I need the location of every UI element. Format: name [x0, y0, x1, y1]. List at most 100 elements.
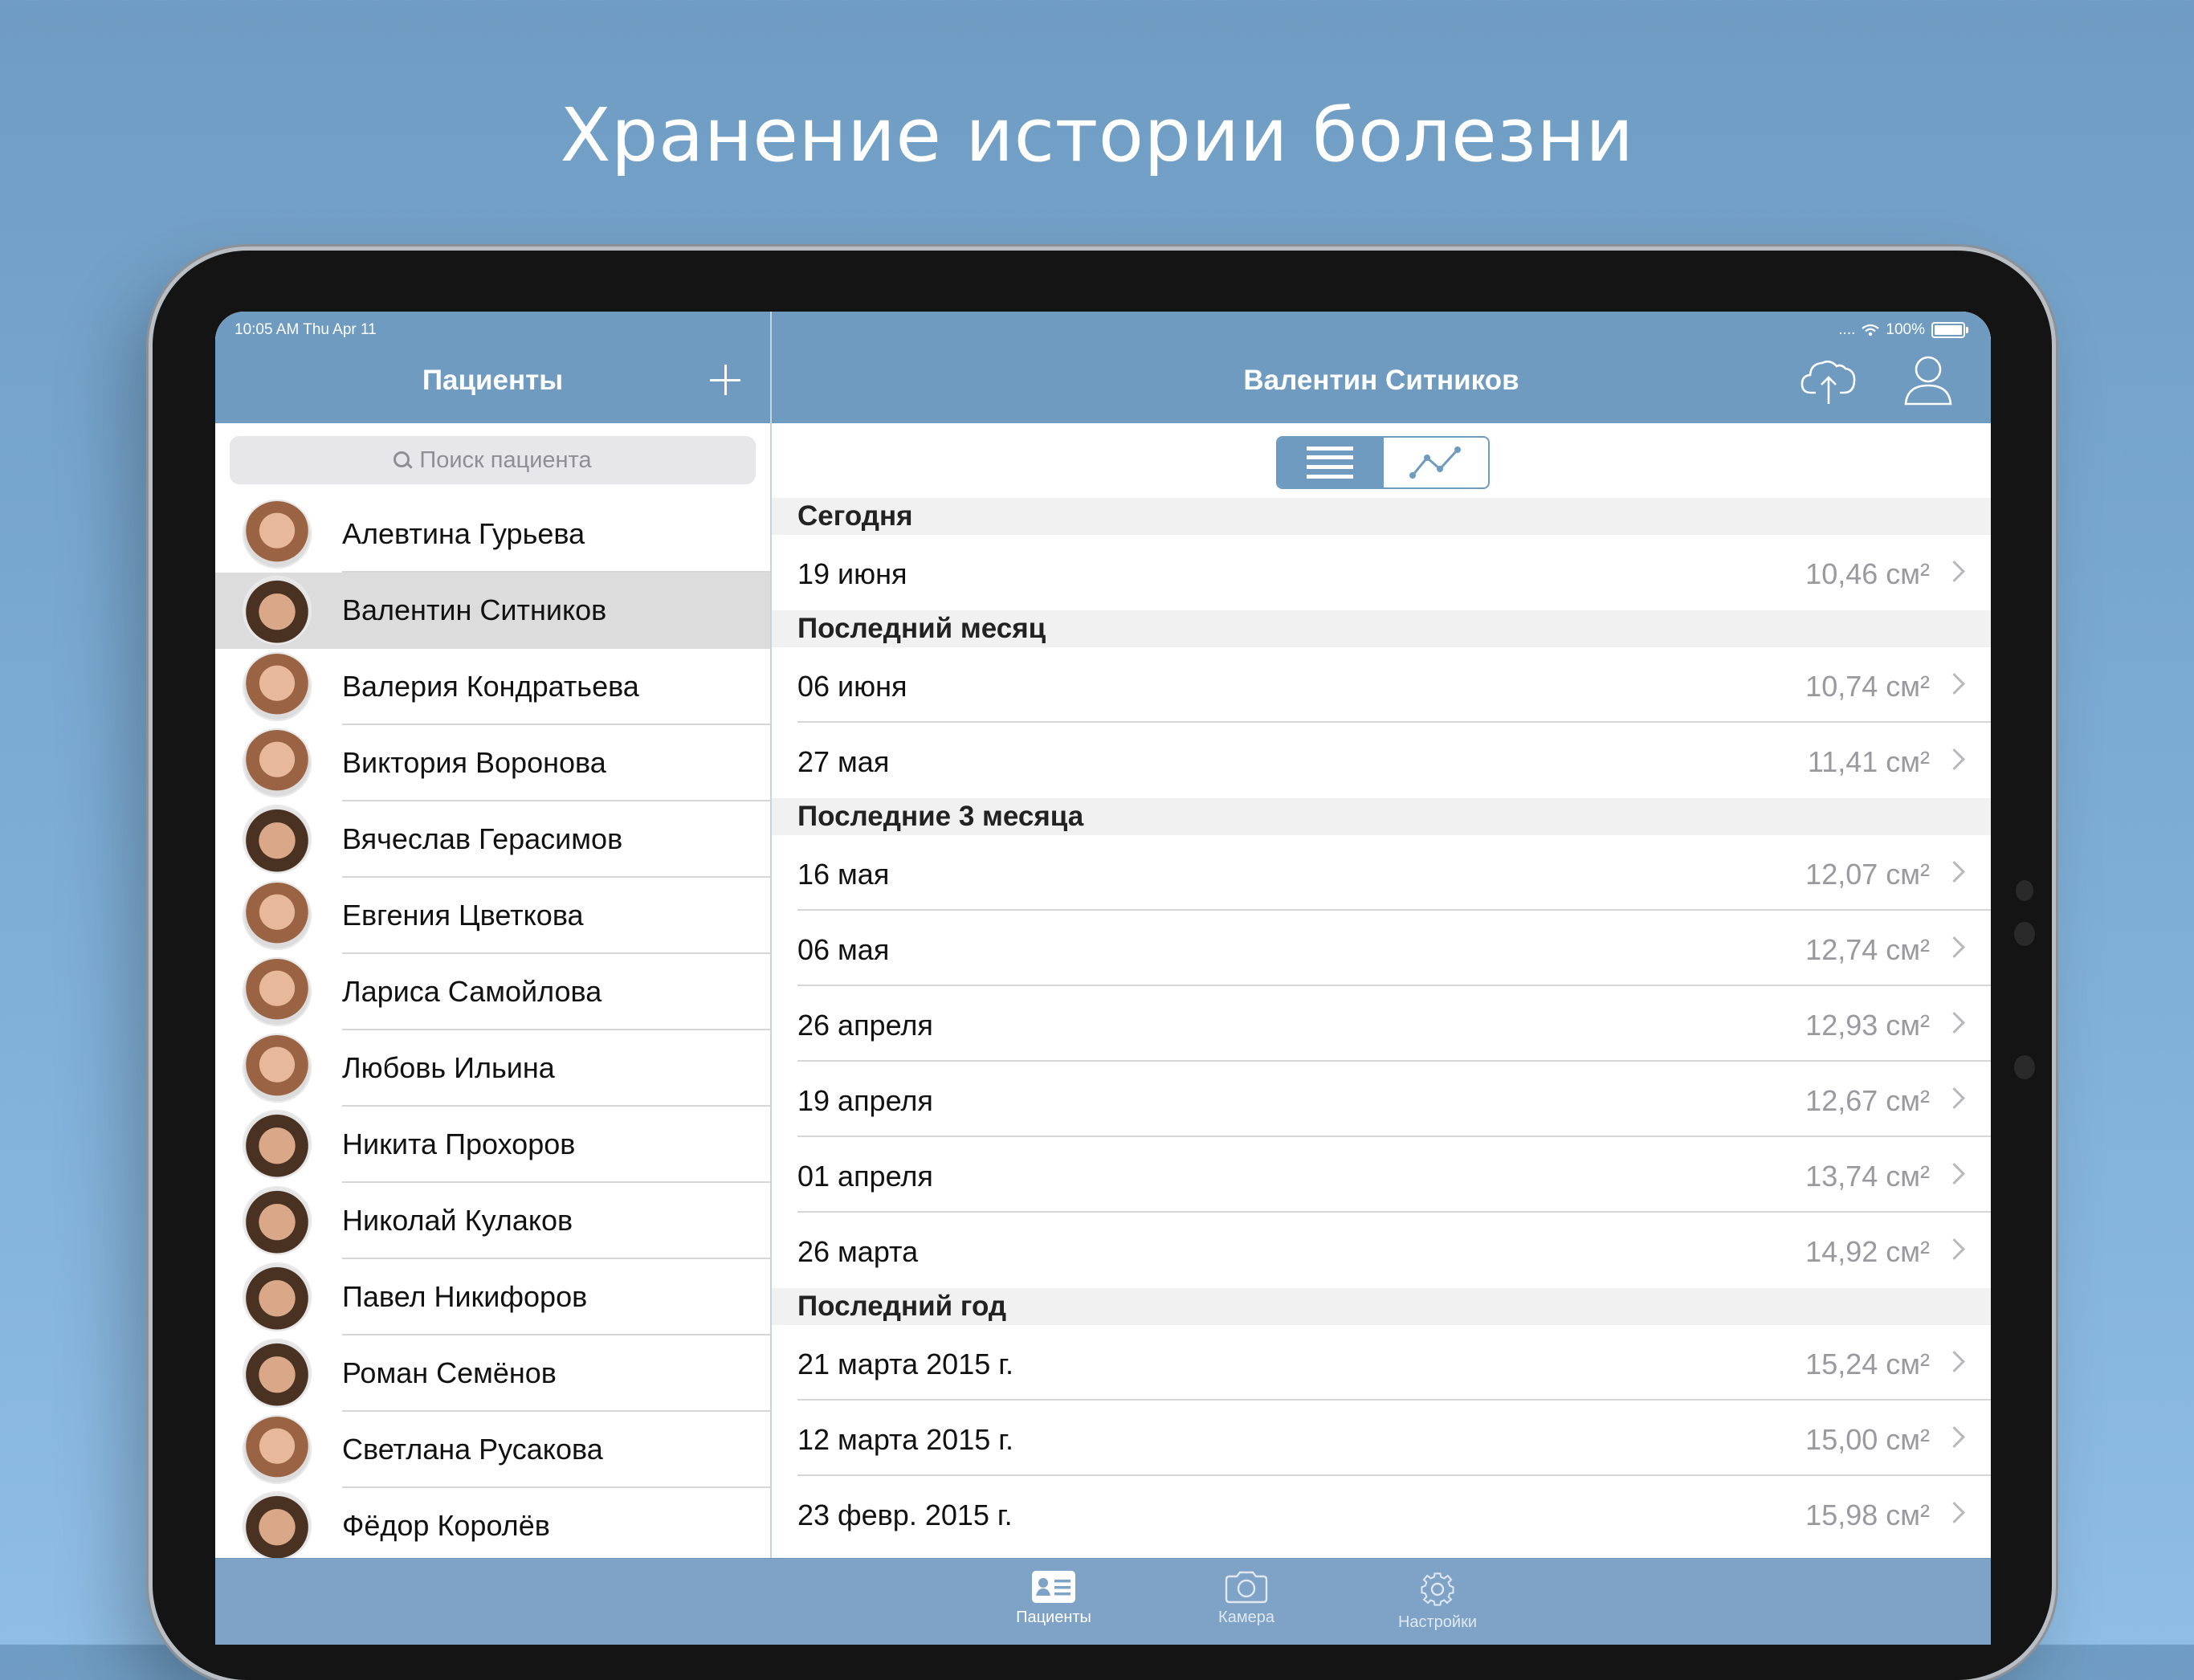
- patient-row[interactable]: Светлана Русакова: [215, 1412, 770, 1488]
- section-header: Сегодня: [772, 498, 1991, 535]
- view-mode-segmented-control: [1276, 436, 1490, 489]
- measurement-row[interactable]: 27 мая 11,41 см²: [772, 723, 1991, 798]
- measurement-value: 12,67 см²: [1805, 1084, 1930, 1117]
- section-header: Последний год: [772, 1288, 1991, 1325]
- chevron-right-icon: [1943, 1238, 1965, 1260]
- section-header: Последний месяц: [772, 610, 1991, 647]
- measurement-value: 10,46 см²: [1805, 557, 1930, 590]
- measurement-value: 12,74 см²: [1805, 933, 1930, 966]
- measurement-value: 15,98 см²: [1805, 1499, 1930, 1531]
- measurement-row[interactable]: 06 мая 12,74 см²: [772, 911, 1991, 986]
- chevron-right-icon: [1943, 748, 1965, 770]
- side-button: [2014, 1055, 2035, 1079]
- patient-row[interactable]: Алевтина Гурьева: [215, 496, 770, 573]
- measurement-date: 27 мая: [797, 745, 890, 778]
- cloud-upload-icon: [1800, 360, 1856, 404]
- chevron-right-icon: [1943, 1087, 1965, 1109]
- patient-row[interactable]: Роман Семёнов: [215, 1335, 770, 1412]
- patient-name: Валерия Кондратьева: [342, 670, 639, 703]
- battery-icon: [1931, 322, 1968, 338]
- tab-label: Камера: [1218, 1609, 1274, 1626]
- measurement-row[interactable]: 12 марта 2015 г. 15,00 см²: [772, 1401, 1991, 1476]
- avatar: [243, 1491, 312, 1560]
- camera-icon: [1225, 1571, 1268, 1604]
- tab-patients[interactable]: Пациенты: [981, 1570, 1126, 1627]
- measurement-value: 15,00 см²: [1805, 1423, 1930, 1456]
- measurement-row[interactable]: 19 апреля 12,67 см²: [772, 1062, 1991, 1137]
- list-view-button[interactable]: [1278, 438, 1382, 487]
- section-header: Последние 3 месяца: [772, 798, 1991, 835]
- patient-name: Вячеслав Герасимов: [342, 822, 623, 855]
- measurement-value: 13,74 см²: [1805, 1160, 1930, 1193]
- measurement-value: 10,74 см²: [1805, 670, 1930, 703]
- measurement-date: 23 февр. 2015 г.: [797, 1499, 1013, 1531]
- patient-search-input[interactable]: Поиск пациента: [230, 436, 756, 484]
- patient-row[interactable]: Евгения Цветкова: [215, 878, 770, 954]
- chevron-right-icon: [1943, 1351, 1965, 1372]
- measurement-row[interactable]: 01 апреля 13,74 см²: [772, 1137, 1991, 1213]
- patient-name: Алевтина Гурьева: [342, 517, 585, 550]
- patient-row[interactable]: Никита Прохоров: [215, 1107, 770, 1183]
- avatar: [243, 1034, 312, 1103]
- measurement-row[interactable]: 19 июня 10,46 см²: [772, 535, 1991, 610]
- measurement-row[interactable]: 06 июня 10,74 см²: [772, 647, 1991, 723]
- measurement-value: 12,93 см²: [1805, 1009, 1930, 1042]
- measurement-row[interactable]: 26 апреля 12,93 см²: [772, 986, 1991, 1062]
- patient-row[interactable]: Валентин Ситников: [215, 573, 770, 649]
- tab-label: Настройки: [1397, 1613, 1478, 1631]
- measurement-value: 14,92 см²: [1805, 1235, 1930, 1268]
- chevron-right-icon: [1943, 1163, 1965, 1185]
- gear-icon: [1421, 1572, 1454, 1606]
- patient-row[interactable]: Павел Никифоров: [215, 1259, 770, 1335]
- patient-name: Роман Семёнов: [342, 1356, 557, 1389]
- cloud-upload-button[interactable]: [1800, 356, 1858, 406]
- patient-row[interactable]: Вячеслав Герасимов: [215, 801, 770, 878]
- chevron-right-icon: [1943, 673, 1965, 695]
- list-icon: [1307, 447, 1353, 479]
- avatar: [243, 1186, 312, 1255]
- avatar: [243, 881, 312, 950]
- patient-name: Любовь Ильина: [342, 1051, 555, 1084]
- avatar: [243, 728, 312, 797]
- promo-headline: Хранение истории болезни: [560, 92, 1634, 178]
- avatar: [243, 1415, 312, 1484]
- avatar: [243, 1262, 312, 1331]
- profile-button[interactable]: [1902, 353, 1954, 406]
- patient-name: Евгения Цветкова: [342, 899, 584, 932]
- measurement-date: 16 мая: [797, 858, 890, 891]
- tab-settings[interactable]: Настройки: [1365, 1570, 1510, 1632]
- patient-row[interactable]: Николай Кулаков: [215, 1183, 770, 1259]
- patient-card-icon: [1032, 1571, 1075, 1603]
- tab-camera[interactable]: Камера: [1174, 1570, 1319, 1627]
- patients-navbar: 10:05 AM Thu Apr 11 Пациенты: [215, 312, 770, 423]
- chart-view-button[interactable]: [1382, 438, 1488, 487]
- patient-row[interactable]: Лариса Самойлова: [215, 954, 770, 1030]
- search-icon: [394, 451, 411, 469]
- patient-row[interactable]: Виктория Воронова: [215, 725, 770, 801]
- measurement-value: 12,07 см²: [1805, 858, 1930, 891]
- measurement-list: Сегодня 19 июня 10,46 см² Последний месяц…: [772, 498, 1991, 1552]
- add-patient-button[interactable]: [707, 361, 744, 398]
- patient-name: Валентин Ситников: [342, 593, 607, 626]
- measurement-date: 19 июня: [797, 557, 907, 590]
- wifi-icon: [1862, 324, 1880, 336]
- status-indicators: .... 100%: [1838, 321, 1968, 339]
- avatar: [243, 652, 312, 721]
- patient-row[interactable]: Валерия Кондратьева: [215, 649, 770, 725]
- measurement-row[interactable]: 16 мая 12,07 см²: [772, 835, 1991, 911]
- chevron-right-icon: [1943, 1502, 1965, 1523]
- patient-row[interactable]: Фёдор Королёв: [215, 1488, 770, 1564]
- measurement-value: 11,41 см²: [1807, 745, 1930, 778]
- patient-name: Павел Никифоров: [342, 1280, 588, 1313]
- patient-row[interactable]: Любовь Ильина: [215, 1030, 770, 1107]
- measurement-row[interactable]: 26 марта 14,92 см²: [772, 1213, 1991, 1288]
- measurement-row[interactable]: 23 февр. 2015 г. 15,98 см²: [772, 1476, 1991, 1552]
- patient-name: Лариса Самойлова: [342, 975, 602, 1008]
- history-pane: .... 100% Валентин Ситников Сегодня 19 и…: [772, 312, 1991, 1558]
- patients-pane: 10:05 AM Thu Apr 11 Пациенты Поиск пацие…: [215, 312, 772, 1560]
- measurement-date: 26 марта: [797, 1235, 919, 1268]
- measurement-row[interactable]: 21 марта 2015 г. 15,24 см²: [772, 1325, 1991, 1401]
- line-chart-icon: [1409, 447, 1461, 479]
- avatar: [243, 1339, 312, 1408]
- measurement-date: 06 июня: [797, 670, 907, 703]
